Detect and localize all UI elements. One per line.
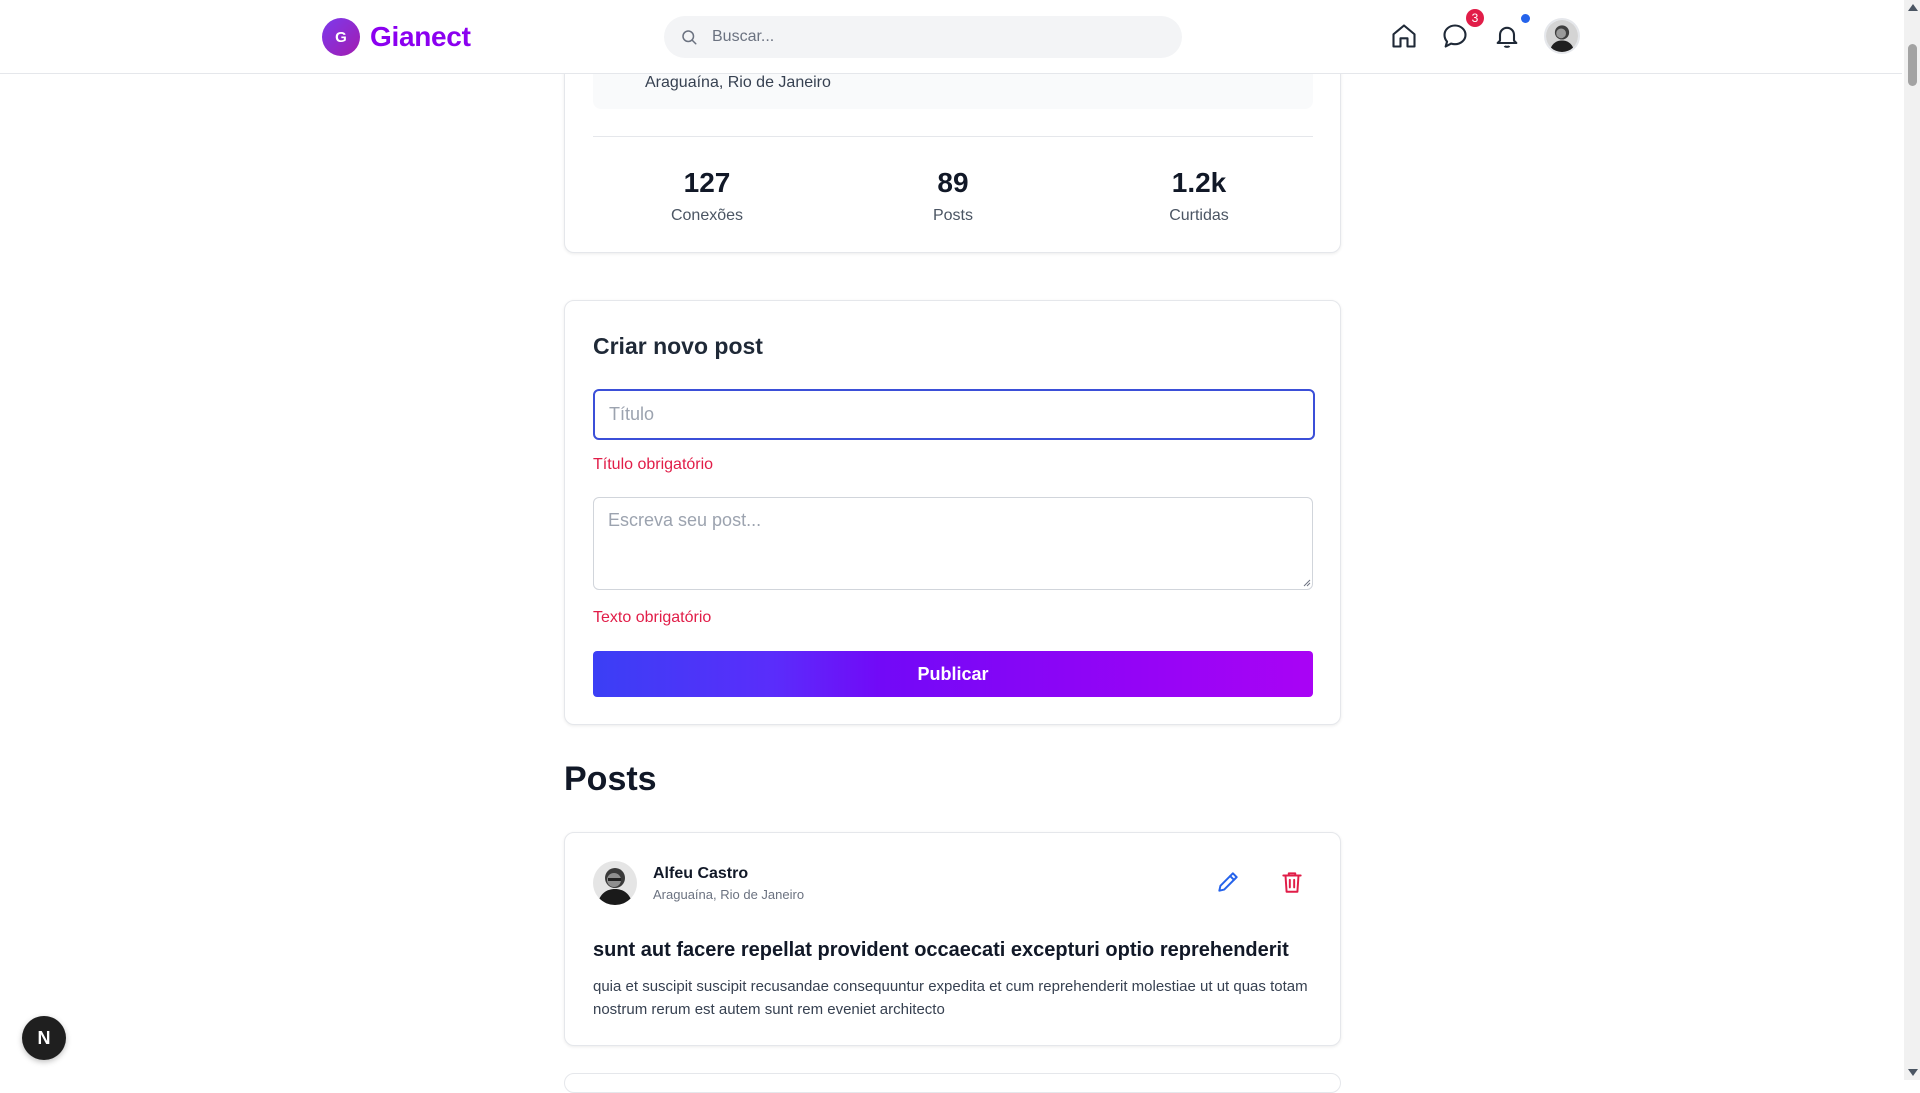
stat-label: Curtidas: [1169, 207, 1229, 224]
scroll-up-arrow-icon[interactable]: [1908, 4, 1918, 11]
search-input[interactable]: [712, 28, 1152, 46]
post-body: quia et suscipit suscipit recusandae con…: [593, 978, 1308, 1018]
page-scrollbar[interactable]: [1904, 0, 1920, 1080]
stat-posts[interactable]: 89 Posts: [853, 167, 1053, 225]
stat-likes[interactable]: 1.2k Curtidas: [1099, 167, 1299, 225]
logo-badge: G: [322, 18, 360, 56]
scroll-thumb[interactable]: [1908, 44, 1917, 86]
notification-dot: [1521, 14, 1530, 23]
divider: [593, 136, 1313, 137]
create-post-card: Criar novo post Título obrigatório Texto…: [564, 300, 1341, 725]
stat-value: 127: [683, 167, 731, 198]
logo-text: Gianect: [370, 21, 471, 52]
stat-value: 1.2k: [1171, 167, 1227, 198]
messages-count-badge: 3: [1466, 9, 1484, 27]
messages-button[interactable]: [1440, 21, 1470, 51]
user-avatar[interactable]: [1544, 18, 1580, 54]
search-bar[interactable]: [664, 16, 1182, 58]
profile-location: Araguaína, Rio de Janeiro: [645, 74, 831, 91]
edit-pencil-icon[interactable]: [1215, 869, 1241, 895]
bell-icon: [1496, 26, 1518, 48]
post-author-name[interactable]: Alfeu Castro: [653, 865, 748, 883]
home-button[interactable]: [1389, 21, 1419, 51]
trash-icon[interactable]: [1279, 869, 1305, 895]
avatar-image: [1546, 20, 1578, 52]
post-author-location: Araguaína, Rio de Janeiro: [653, 887, 805, 902]
title-error-message: Título obrigatório: [593, 456, 714, 473]
stat-label: Conexões: [670, 207, 744, 224]
create-post-title: Criar novo post: [593, 333, 763, 359]
post-title: sunt aut facere repellat provident occae…: [593, 939, 1289, 961]
logo[interactable]: G Gianect: [322, 18, 471, 56]
chat-icon: [1443, 24, 1467, 48]
notifications-button[interactable]: [1492, 21, 1522, 51]
search-icon: [682, 30, 697, 45]
stat-connections[interactable]: 127 Conexões: [607, 167, 807, 225]
home-icon: [1392, 24, 1416, 48]
post-card: Alfeu Castro Araguaína, Rio de Janeiro s…: [564, 832, 1341, 1046]
post-body-textarea[interactable]: [593, 497, 1313, 590]
posts-section-title: Posts: [564, 760, 657, 798]
top-navbar: G Gianect 3: [0, 0, 1902, 74]
author-avatar-image: [593, 861, 637, 905]
resize-grip-icon[interactable]: [1303, 579, 1311, 587]
dev-tools-badge[interactable]: N: [22, 1016, 66, 1060]
stat-label: Posts: [932, 207, 973, 224]
scroll-down-arrow-icon[interactable]: [1908, 1069, 1918, 1076]
stat-value: 89: [937, 167, 969, 198]
avatar[interactable]: [593, 861, 637, 905]
body-error-message: Texto obrigatório: [593, 609, 712, 626]
publish-button[interactable]: Publicar: [593, 651, 1313, 697]
post-title-input[interactable]: [593, 389, 1315, 440]
next-post-card: [564, 1073, 1341, 1093]
